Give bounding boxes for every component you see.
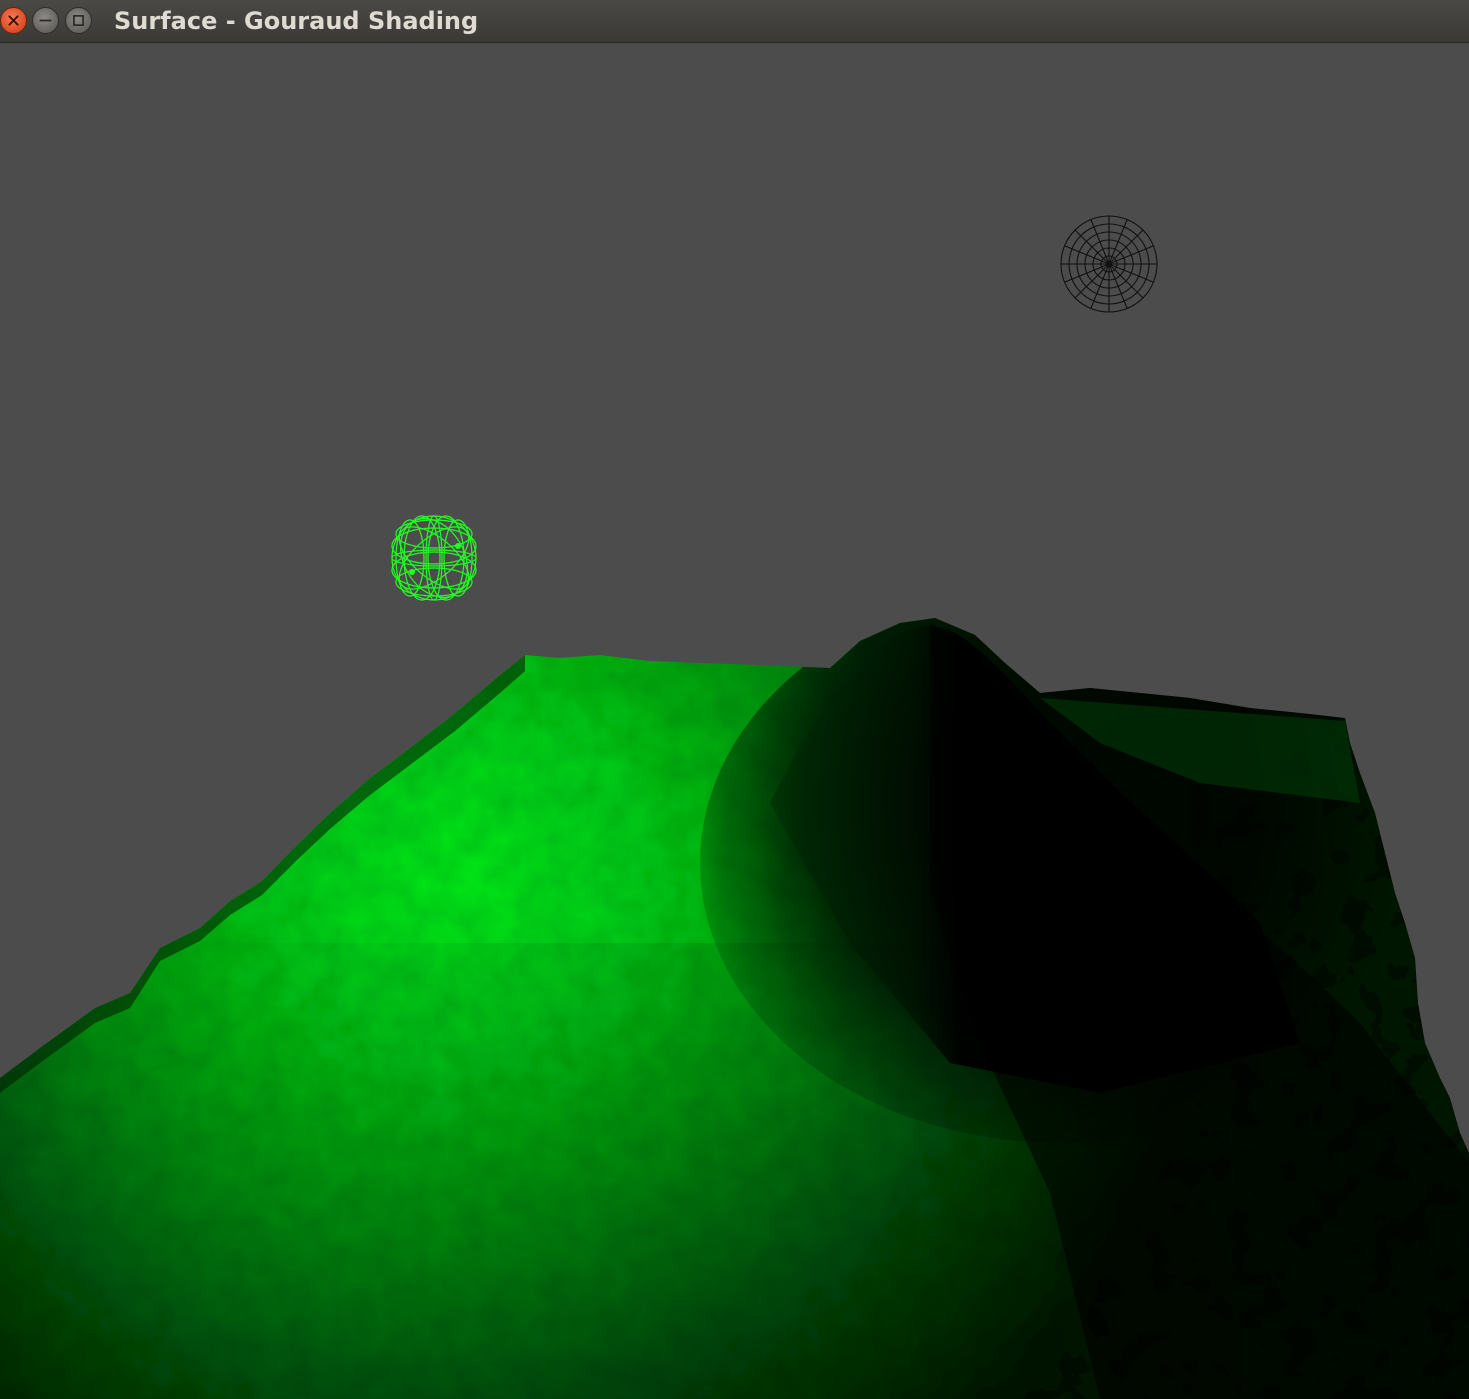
title-bar[interactable]: Surface - Gouraud Shading (0, 0, 1469, 43)
minimize-button[interactable] (32, 7, 59, 34)
gl-viewport[interactable] (0, 43, 1469, 1399)
close-button[interactable] (0, 7, 27, 34)
app-window: Surface - Gouraud Shading (0, 0, 1469, 1399)
close-icon (8, 15, 19, 26)
window-title: Surface - Gouraud Shading (114, 7, 479, 35)
camera-target-sphere[interactable] (1060, 215, 1158, 313)
scene-canvas (0, 215, 1469, 1399)
maximize-icon (73, 15, 84, 26)
minimize-icon (39, 19, 52, 22)
maximize-button[interactable] (65, 7, 92, 34)
light-source-sphere[interactable] (387, 507, 481, 610)
terrain-surface (0, 618, 1469, 1399)
